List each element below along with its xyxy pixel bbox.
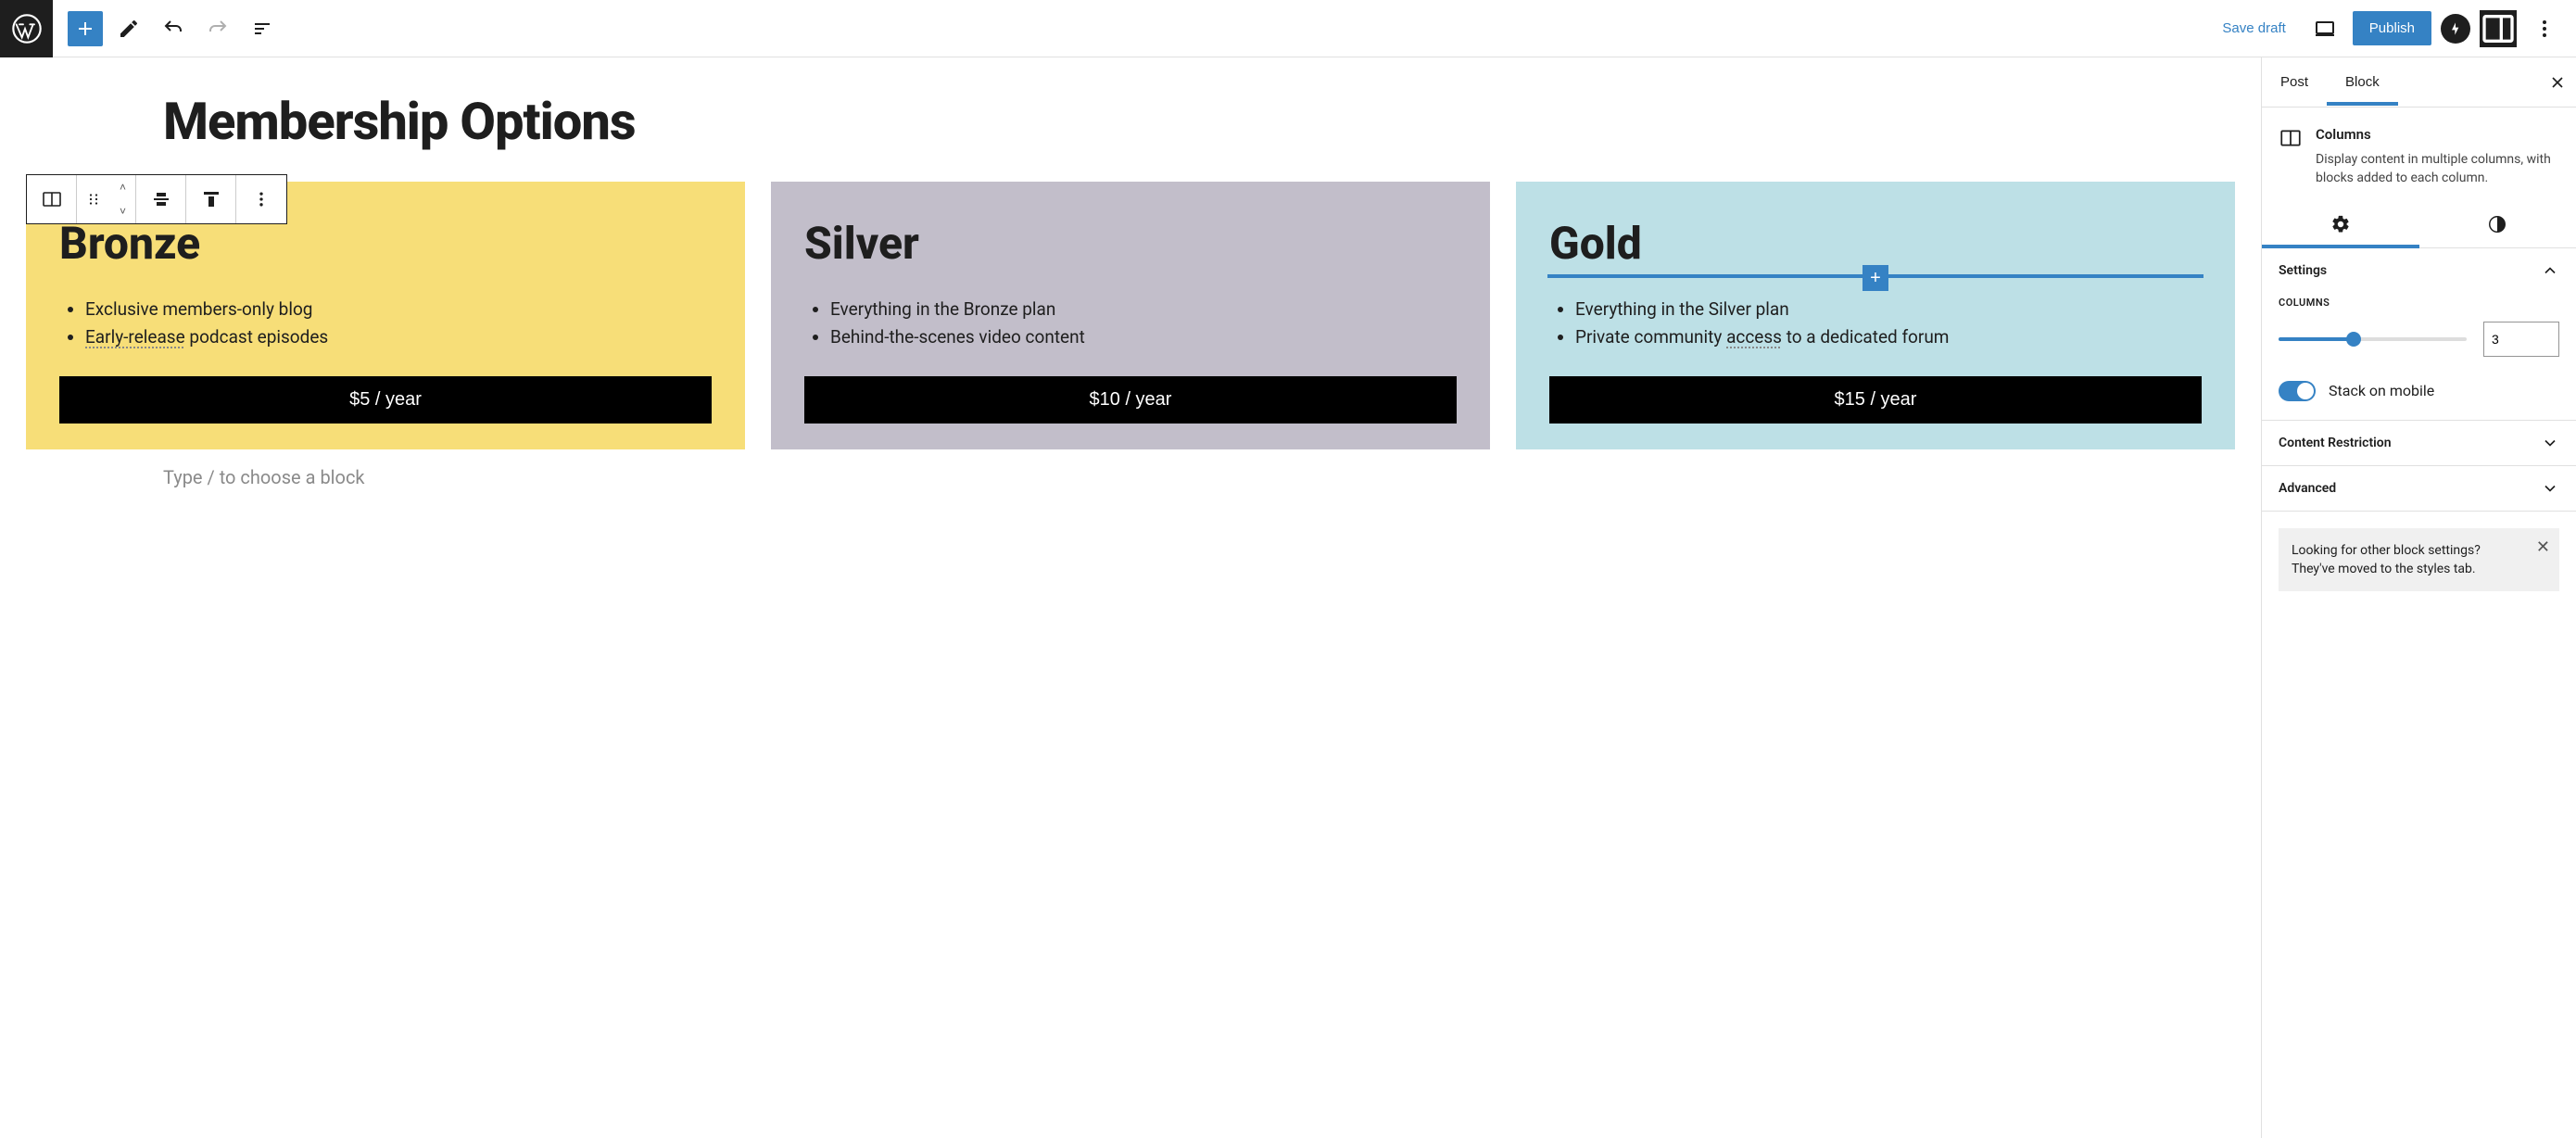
list-item[interactable]: Everything in the Silver plan: [1575, 296, 2202, 323]
column-gold[interactable]: Gold + Everything in the Silver plan Pri…: [1516, 182, 2235, 449]
block-toolbar: ˄ ˅: [26, 174, 287, 224]
content-restriction-panel-toggle[interactable]: Content Restriction: [2262, 421, 2576, 465]
settings-sidebar: Post Block Columns Display content in mu…: [2261, 57, 2576, 1138]
undo-button[interactable]: [155, 10, 192, 47]
dismiss-notice-button[interactable]: ✕: [2536, 537, 2550, 557]
tab-block[interactable]: Block: [2327, 59, 2398, 105]
price-button[interactable]: $15 / year: [1549, 376, 2202, 424]
column-silver[interactable]: Silver Everything in the Bronze plan Beh…: [771, 182, 1490, 449]
stack-on-mobile-toggle[interactable]: [2279, 381, 2316, 401]
card-title[interactable]: Silver: [804, 217, 1457, 270]
list-item[interactable]: Behind-the-scenes video content: [830, 323, 1457, 351]
move-up-button[interactable]: ˄: [110, 175, 135, 199]
advanced-panel-toggle[interactable]: Advanced: [2262, 466, 2576, 511]
chevron-down-icon: [2541, 479, 2559, 498]
list-item[interactable]: Everything in the Bronze plan: [830, 296, 1457, 323]
styles-subtab[interactable]: [2419, 201, 2576, 247]
tab-post[interactable]: Post: [2262, 59, 2327, 105]
options-button[interactable]: [2526, 10, 2563, 47]
chevron-up-icon: [2541, 261, 2559, 280]
columns-icon: [2279, 126, 2303, 150]
add-block-button[interactable]: [68, 11, 103, 46]
settings-panel-toggle[interactable]: Settings: [2262, 248, 2576, 293]
page-title[interactable]: Membership Options: [163, 91, 2235, 152]
vertical-align-button[interactable]: [186, 175, 236, 223]
stack-on-mobile-label: Stack on mobile: [2329, 382, 2434, 399]
list-item[interactable]: Exclusive members-only blog: [85, 296, 712, 323]
align-button[interactable]: [136, 175, 186, 223]
publish-button[interactable]: Publish: [2353, 11, 2431, 45]
feature-list[interactable]: Exclusive members-only blog Early-releas…: [59, 296, 712, 352]
save-draft-button[interactable]: Save draft: [2211, 13, 2296, 44]
feature-list[interactable]: Everything in the Bronze plan Behind-the…: [804, 296, 1457, 352]
card-title[interactable]: Gold: [1549, 217, 2202, 270]
block-more-options-button[interactable]: [236, 175, 286, 223]
columns-slider[interactable]: [2279, 337, 2467, 341]
preview-button[interactable]: [2306, 10, 2343, 47]
block-description: Display content in multiple columns, wit…: [2316, 150, 2559, 188]
redo-button: [199, 10, 236, 47]
settings-sidebar-toggle[interactable]: [2480, 10, 2517, 47]
list-item[interactable]: Private community access to a dedicated …: [1575, 323, 2202, 351]
close-sidebar-button[interactable]: [2539, 64, 2576, 101]
move-down-button[interactable]: ˅: [110, 199, 135, 223]
drag-handle-icon[interactable]: [77, 175, 110, 223]
styles-moved-notice: Looking for other block settings? They'v…: [2279, 528, 2559, 592]
price-button[interactable]: $10 / year: [804, 376, 1457, 424]
columns-field-label: COLUMNS: [2279, 297, 2559, 309]
block-name: Columns: [2316, 126, 2559, 143]
block-type-columns-icon[interactable]: [27, 175, 77, 223]
type-hint[interactable]: Type / to choose a block: [163, 466, 2235, 488]
list-item[interactable]: Early-release podcast episodes: [85, 323, 712, 351]
document-overview-button[interactable]: [244, 10, 281, 47]
chevron-down-icon: [2541, 434, 2559, 452]
block-inserter-button[interactable]: +: [1863, 265, 1888, 291]
price-button[interactable]: $5 / year: [59, 376, 712, 424]
edit-tools-button[interactable]: [110, 10, 147, 47]
feature-list[interactable]: Everything in the Silver plan Private co…: [1549, 296, 2202, 352]
card-title[interactable]: Bronze: [59, 217, 712, 270]
wordpress-logo[interactable]: [0, 0, 53, 57]
jetpack-icon[interactable]: [2441, 14, 2470, 44]
columns-number-input[interactable]: [2483, 322, 2559, 357]
settings-subtab[interactable]: [2262, 201, 2419, 247]
columns-block[interactable]: Bronze Exclusive members-only blog Early…: [26, 182, 2235, 449]
